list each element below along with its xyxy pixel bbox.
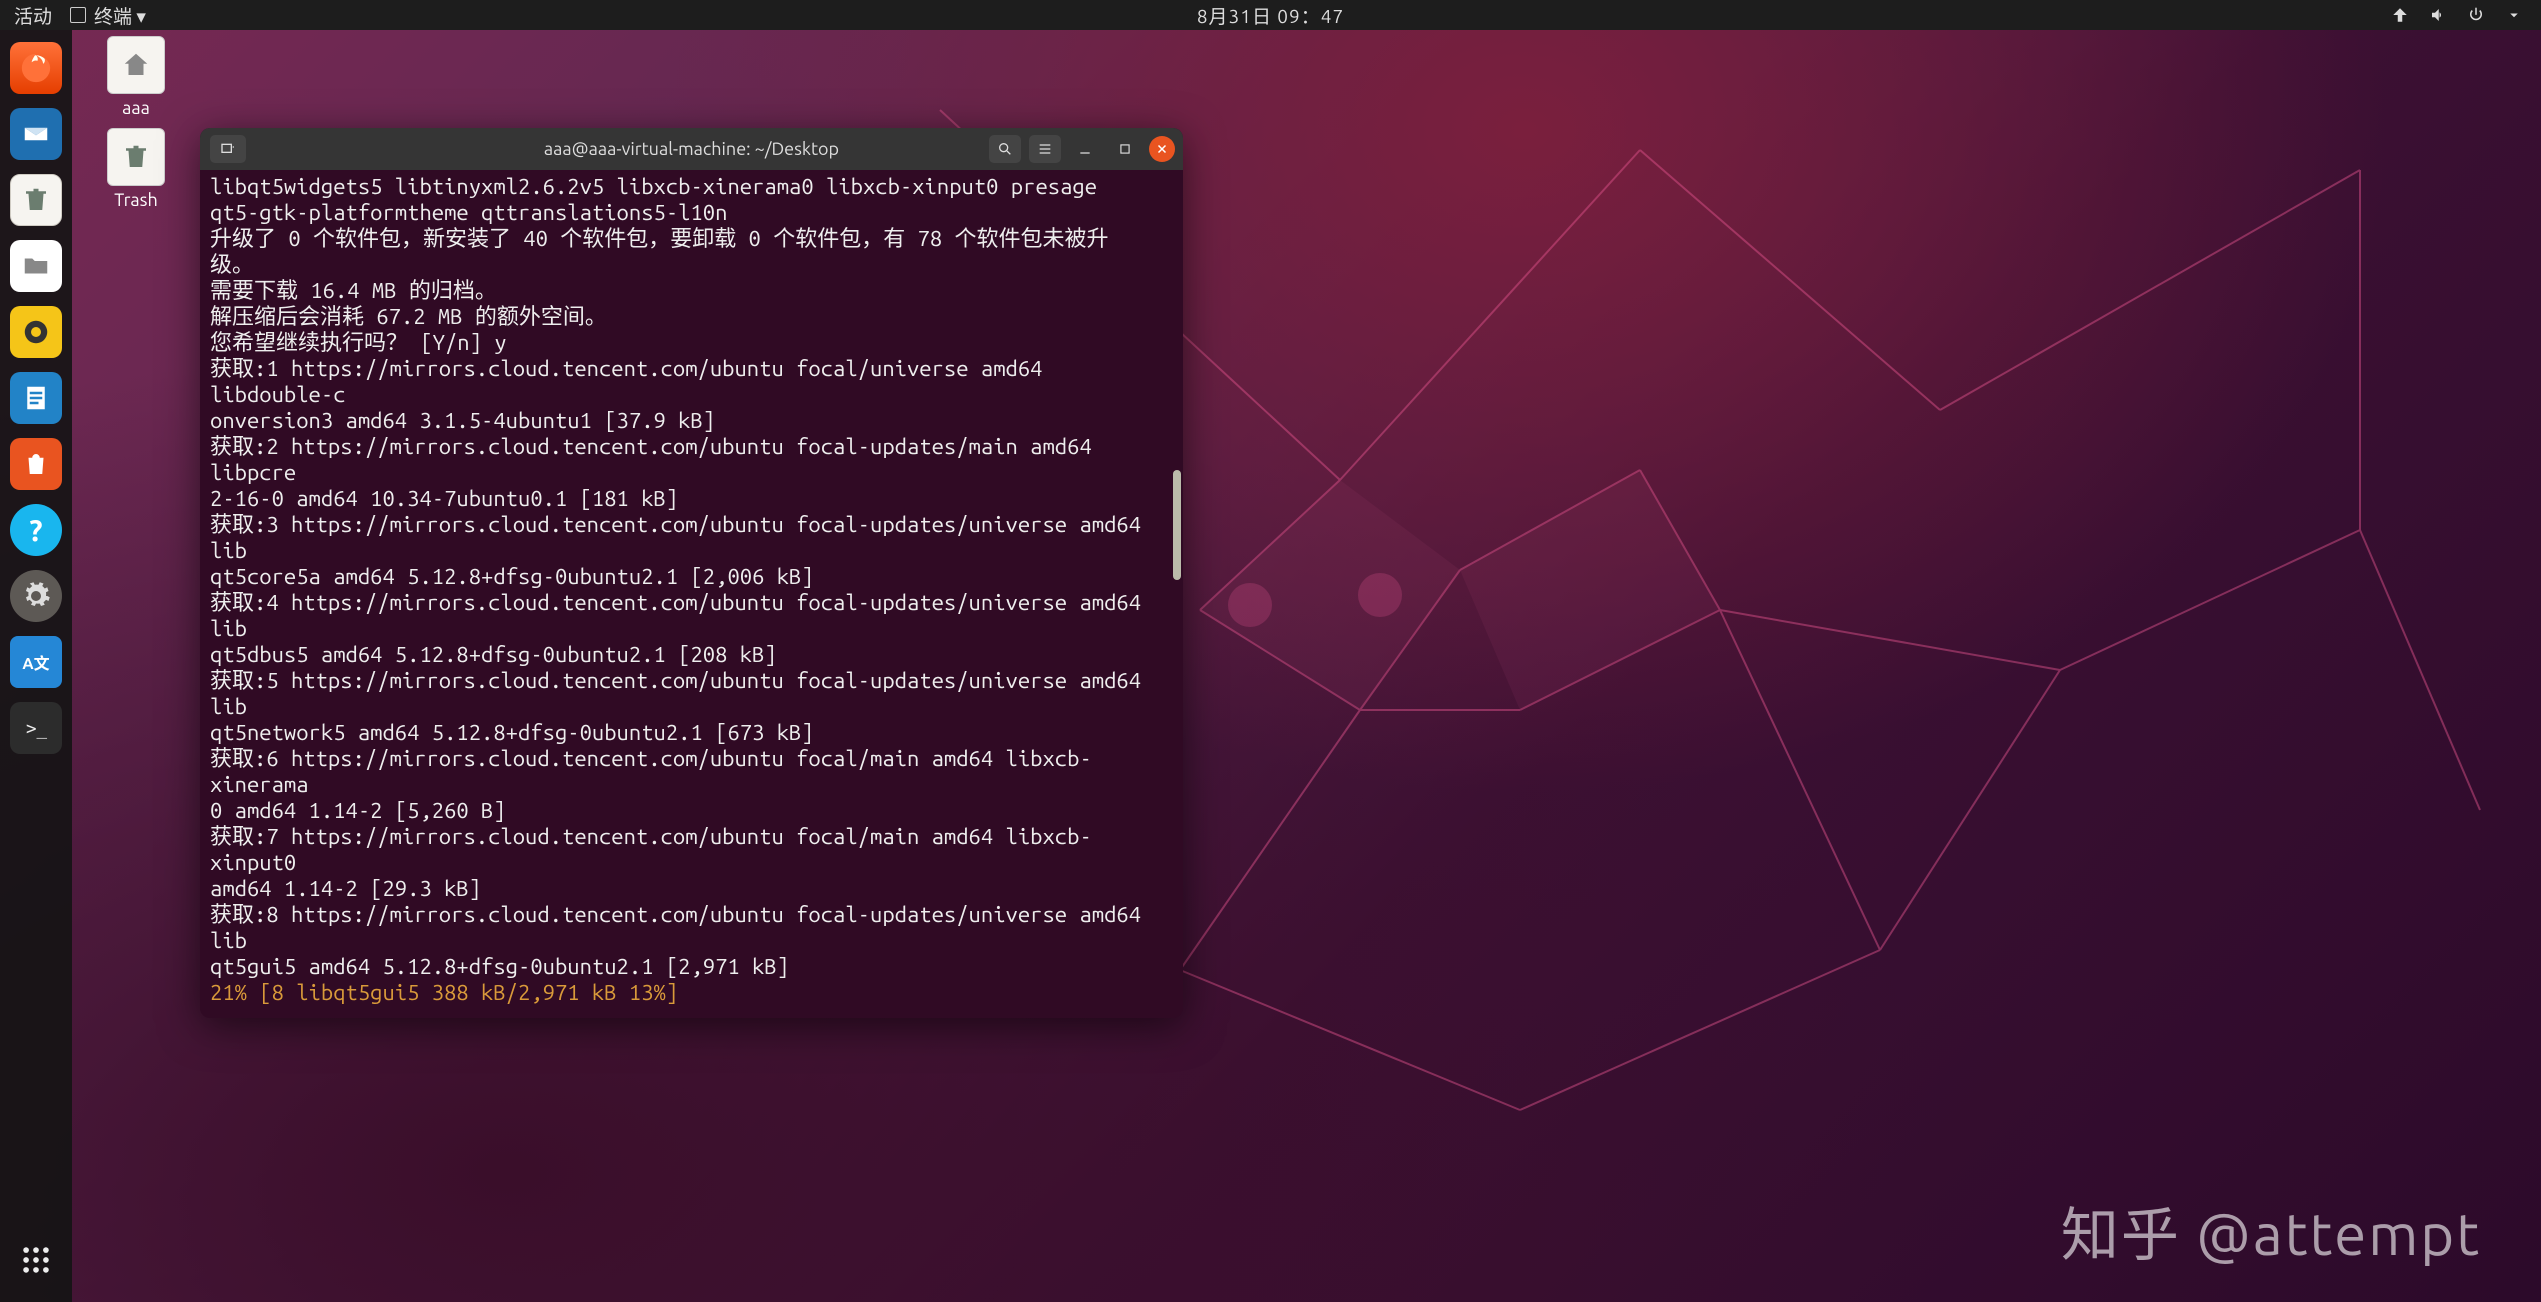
dock-app-writer[interactable] [10, 372, 62, 424]
dock-app-software[interactable] [10, 438, 62, 490]
folder-icon [21, 251, 51, 281]
terminal-line: qt5core5a amd64 5.12.8+dfsg-0ubuntu2.1 [… [210, 564, 1173, 590]
terminal-line: 获取:4 https://mirrors.cloud.tencent.com/u… [210, 590, 1173, 642]
terminal-line: qt5gui5 amd64 5.12.8+dfsg-0ubuntu2.1 [2,… [210, 954, 1173, 980]
terminal-line: 需要下载 16.4 MB 的归档。 [210, 278, 1173, 304]
top-panel: 活动 终端 ▾ 8月31日 09：47 [0, 0, 2541, 30]
terminal-line: 解压缩后会消耗 67.2 MB 的额外空间。 [210, 304, 1173, 330]
search-button[interactable] [989, 135, 1021, 163]
dock-app-trash[interactable] [10, 174, 62, 226]
terminal-line: 获取:6 https://mirrors.cloud.tencent.com/u… [210, 746, 1173, 798]
terminal-line: amd64 1.14-2 [29.3 kB] [210, 876, 1173, 902]
volume-icon [2429, 6, 2447, 24]
activities-button[interactable]: 活动 [14, 2, 52, 29]
terminal-line: 获取:8 https://mirrors.cloud.tencent.com/u… [210, 902, 1173, 954]
terminal-line: 获取:5 https://mirrors.cloud.tencent.com/u… [210, 668, 1173, 720]
dock-app-terminal[interactable]: >_ [10, 702, 62, 754]
status-area[interactable] [2391, 6, 2541, 24]
terminal-progress-line: 21% [8 libqt5gui5 388 kB/2,971 kB 13%] [210, 980, 1173, 1006]
terminal-line: onversion3 amd64 3.1.5-4ubuntu1 [37.9 kB… [210, 408, 1173, 434]
document-icon [21, 383, 51, 413]
help-icon: ? [29, 513, 42, 547]
gear-icon [21, 581, 51, 611]
dock-app-thunderbird[interactable] [10, 108, 62, 160]
maximize-button[interactable] [1109, 135, 1141, 163]
thunderbird-icon [21, 119, 51, 149]
terminal-line: 2-16-0 amd64 10.34-7ubuntu0.1 [181 kB] [210, 486, 1173, 512]
search-icon [997, 141, 1013, 157]
show-applications-button[interactable] [10, 1234, 62, 1286]
terminal-prompt-icon: >_ [21, 713, 51, 743]
dock-app-rhythmbox[interactable] [10, 306, 62, 358]
new-tab-icon [220, 141, 236, 157]
scrollbar-thumb[interactable] [1173, 470, 1181, 580]
watermark: 知乎 @attempt [2061, 1188, 2481, 1272]
terminal-line: 级。 [210, 252, 1173, 278]
terminal-line: 获取:3 https://mirrors.cloud.tencent.com/u… [210, 512, 1173, 564]
chevron-down-icon [2505, 6, 2523, 24]
terminal-body[interactable]: libqt5widgets5 libtinyxml2.6.2v5 libxcb-… [200, 170, 1183, 1018]
terminal-line: 0 amd64 1.14-2 [5,260 B] [210, 798, 1173, 824]
dock-app-files[interactable] [10, 240, 62, 292]
speaker-icon [21, 317, 51, 347]
terminal-line: qt5dbus5 amd64 5.12.8+dfsg-0ubuntu2.1 [2… [210, 642, 1173, 668]
dock-app-locale[interactable]: A文 [10, 636, 62, 688]
app-menu-label: 终端 ▾ [94, 2, 146, 29]
desktop-icon-label: aaa [96, 98, 176, 118]
home-icon [107, 36, 165, 94]
maximize-icon [1118, 142, 1132, 156]
minimize-icon [1077, 141, 1093, 157]
power-icon [2467, 6, 2485, 24]
network-icon [2391, 6, 2409, 24]
desktop-icon-label: Trash [96, 190, 176, 210]
terminal-line: 获取:2 https://mirrors.cloud.tencent.com/u… [210, 434, 1173, 486]
desktop-icon-home[interactable]: aaa [96, 36, 176, 118]
dock-app-settings[interactable] [10, 570, 62, 622]
dock: ? A文 >_ [0, 30, 72, 1302]
locale-icon: A文 [22, 650, 49, 674]
terminal-line: 升级了 0 个软件包，新安装了 40 个软件包，要卸载 0 个软件包，有 78 … [210, 226, 1173, 252]
firefox-icon [19, 51, 53, 85]
terminal-line: qt5network5 amd64 5.12.8+dfsg-0ubuntu2.1… [210, 720, 1173, 746]
app-menu[interactable]: 终端 ▾ [70, 2, 146, 29]
terminal-window: aaa@aaa-virtual-machine: ~/Desktop libqt… [200, 128, 1183, 1018]
terminal-line: 获取:7 https://mirrors.cloud.tencent.com/u… [210, 824, 1173, 876]
desktop-icon-trash[interactable]: Trash [96, 128, 176, 210]
terminal-line: qt5-gtk-platformtheme qttranslations5-l1… [210, 200, 1173, 226]
close-icon [1156, 143, 1168, 155]
terminal-line: 获取:1 https://mirrors.cloud.tencent.com/u… [210, 356, 1173, 408]
terminal-icon [70, 7, 86, 23]
shopping-bag-icon [21, 449, 51, 479]
dock-app-help[interactable]: ? [10, 504, 62, 556]
terminal-titlebar[interactable]: aaa@aaa-virtual-machine: ~/Desktop [200, 128, 1183, 170]
minimize-button[interactable] [1069, 135, 1101, 163]
trash-icon [107, 128, 165, 186]
svg-text:>_: >_ [26, 719, 48, 739]
clock[interactable]: 8月31日 09：47 [1197, 2, 1344, 29]
grid-icon [19, 1243, 53, 1277]
dock-app-firefox[interactable] [10, 42, 62, 94]
menu-button[interactable] [1029, 135, 1061, 163]
new-tab-button[interactable] [210, 135, 246, 163]
hamburger-icon [1037, 141, 1053, 157]
terminal-line: libqt5widgets5 libtinyxml2.6.2v5 libxcb-… [210, 174, 1173, 200]
close-button[interactable] [1149, 136, 1175, 162]
trash-icon [21, 185, 51, 215]
terminal-line: 您希望继续执行吗？ [Y/n] y [210, 330, 1173, 356]
